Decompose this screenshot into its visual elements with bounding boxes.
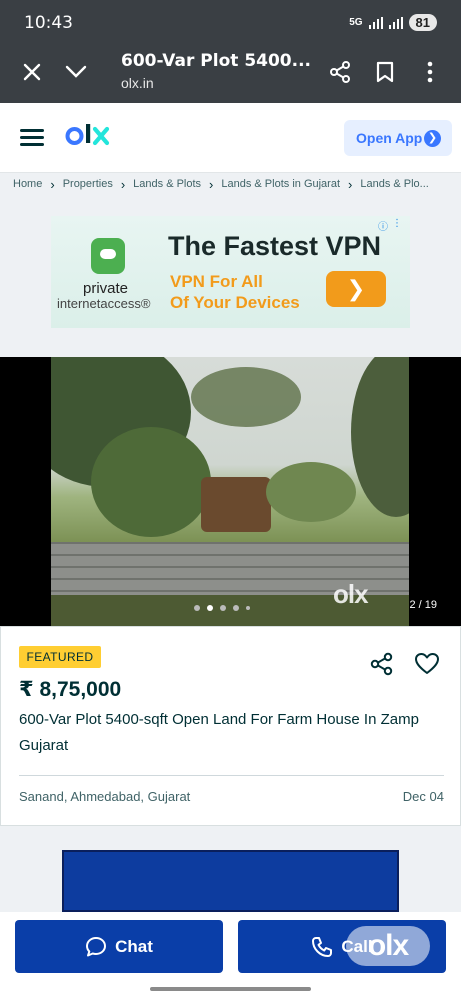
chevron-right-icon: › [50, 176, 55, 192]
image-gallery[interactable]: olx 2 / 19 [0, 357, 461, 626]
favorite-heart-icon[interactable] [414, 651, 440, 677]
status-icons: 5G 81 [349, 14, 437, 31]
breadcrumb-current[interactable]: Lands & Plo... [360, 178, 429, 190]
site-header: Open App ❯ [0, 103, 461, 173]
bookmark-icon[interactable] [371, 58, 399, 86]
chat-button[interactable]: Chat [15, 920, 223, 973]
listing-photo[interactable]: olx [51, 357, 409, 626]
gesture-nav-bar [0, 980, 461, 999]
breadcrumb-lands-plots-gujarat[interactable]: Lands & Plots in Gujarat [221, 178, 340, 190]
listing-location: Sanand, Ahmedabad, Gujarat [19, 789, 191, 804]
breadcrumb-properties[interactable]: Properties [63, 178, 113, 190]
chevron-down-icon[interactable] [62, 58, 90, 86]
olx-logo[interactable] [65, 121, 117, 158]
breadcrumb-home[interactable]: Home [13, 178, 42, 190]
listing-details-card: FEATURED ₹ 8,75,000 600-Var Plot 5400-sq… [0, 626, 461, 826]
status-time: 10:43 [24, 13, 73, 33]
ad-choices-icon[interactable]: ⓘ ⋮ [378, 218, 408, 233]
gallery-pagination-dots [194, 605, 250, 611]
ad-subline: VPN For All Of Your Devices [170, 271, 300, 313]
featured-badge: FEATURED [19, 646, 101, 668]
network-type-icon: 5G [349, 17, 363, 28]
phone-icon [312, 936, 333, 957]
chevron-right-icon: › [348, 176, 353, 192]
gallery-counter: 2 / 19 [409, 599, 437, 611]
signal-icon-2 [388, 16, 403, 29]
listing-title: 600-Var Plot 5400-sqft Open Land For Far… [19, 711, 419, 754]
more-options-icon[interactable] [416, 58, 444, 86]
signal-icon [368, 16, 383, 29]
olx-watermark: olx [333, 579, 369, 609]
breadcrumb-lands-plots[interactable]: Lands & Plots [133, 178, 201, 190]
chevron-right-icon: › [120, 176, 126, 192]
ad-subline-2: Of Your Devices [170, 293, 300, 312]
home-gesture-handle[interactable] [150, 987, 311, 991]
bottom-action-bar: Chat Call olx [0, 912, 461, 980]
pia-logo-icon [91, 238, 125, 274]
olx-floating-logo: olx [346, 926, 430, 966]
share-icon[interactable] [326, 58, 354, 86]
menu-icon[interactable] [20, 129, 44, 147]
page-url: olx.in [121, 75, 154, 91]
share-icon[interactable] [369, 651, 395, 677]
listing-date: Dec 04 [402, 789, 444, 804]
ad-brand-line2: internetaccess® [57, 296, 151, 311]
chat-bubble-icon [86, 936, 107, 956]
page-title: 600-Var Plot 5400... [121, 51, 312, 71]
open-app-label: Open App [356, 130, 423, 146]
listing-price: ₹ 8,75,000 [19, 678, 122, 701]
breadcrumb: Home › Properties › Lands & Plots › Land… [0, 173, 461, 195]
divider [19, 775, 444, 776]
close-icon[interactable] [18, 58, 46, 86]
chevron-right-icon: › [209, 176, 214, 192]
custom-tab-bar: 600-Var Plot 5400... olx.in [0, 44, 461, 103]
vpn-advertisement[interactable]: private internetaccess® The Fastest VPN … [51, 216, 410, 328]
ad-headline: The Fastest VPN [168, 231, 382, 261]
battery-indicator: 81 [408, 14, 437, 31]
promo-banner[interactable] [62, 850, 399, 912]
chevron-right-icon: ❯ [424, 130, 441, 147]
ad-brand-line1: private [83, 280, 129, 297]
ad-subline-1: VPN For All [170, 272, 263, 291]
open-app-button[interactable]: Open App ❯ [344, 120, 452, 156]
ad-arrow-button[interactable]: ❯ [326, 271, 386, 307]
status-bar: 10:43 5G 81 [0, 0, 461, 44]
chat-label: Chat [115, 936, 153, 956]
